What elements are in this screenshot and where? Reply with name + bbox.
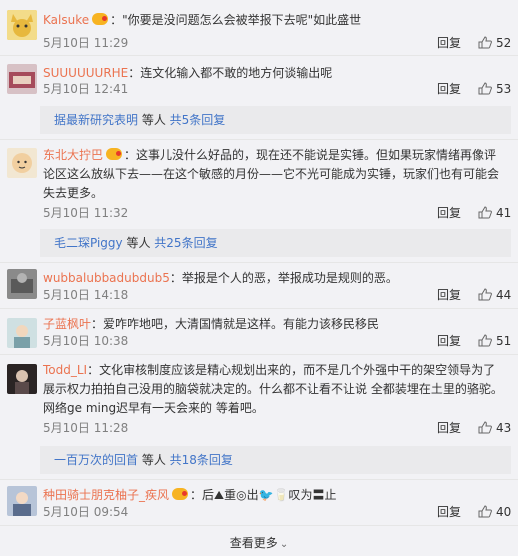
like-count: 53 [496,82,512,96]
comment-text: ：连文化输入都不敢的地方何谈输出呢 [128,66,333,80]
subreply-summary[interactable]: 毛二琛Piggy 等人 共25条回复 [40,229,511,257]
like-count: 43 [496,421,512,435]
reply-button[interactable]: 回复 [437,205,461,221]
subreply-count[interactable]: 共5条回复 [170,113,226,127]
like-count: 44 [496,288,512,302]
thumbs-up-icon [478,505,492,518]
divider [0,262,518,263]
like-button[interactable]: 53 [478,81,511,97]
like-button[interactable]: 44 [478,287,511,303]
comment-text: ：文化审核制度应该是精心规划出来的，而不是几个外强中干的架空领导为了展示权力拍拍… [43,363,503,415]
subreply-summary[interactable]: 一百万次的回首 等人 共18条回复 [40,446,511,474]
comment-author[interactable]: 东北大拧巴 [43,148,103,162]
thumbs-up-icon [478,421,492,434]
like-button[interactable]: 51 [478,333,511,349]
vip-badge-icon [106,148,123,160]
comment-author[interactable]: Kalsuke [43,13,89,27]
comment-time: 5月10日 12:41 [43,82,129,96]
thumbs-up-icon [478,288,492,301]
divider [0,139,518,140]
reply-button[interactable]: 回复 [437,35,461,51]
divider [0,308,518,309]
thumbs-up-icon [478,334,492,347]
thumbs-up-icon [478,82,492,95]
reply-button[interactable]: 回复 [437,81,461,97]
comment-author[interactable]: 种田骑士朋克柚子_疾风 [43,488,169,502]
avatar[interactable] [7,486,37,516]
comment-text: ："你要是没问题怎么会被举报下去呢"如此盛世 [110,13,362,27]
subreply-author[interactable]: 毛二琛Piggy [54,236,123,250]
like-count: 51 [496,334,512,348]
comment-text: ：后⛰重◎出🐦🥛叹为〓止 [190,488,337,502]
reply-button[interactable]: 回复 [437,333,461,349]
avatar[interactable] [7,148,37,178]
avatar[interactable] [7,269,37,299]
like-button[interactable]: 41 [478,205,511,221]
subreply-mid: 等人 [122,236,155,250]
comment-text: ：举报是个人的恶，举报成功是规则的恶。 [169,271,398,285]
subreply-mid: 等人 [138,113,170,127]
like-count: 41 [496,206,512,220]
see-more-label: 查看更多 [229,536,278,550]
thumbs-up-icon [478,206,492,219]
divider [0,479,518,480]
vip-badge-icon [172,488,189,500]
comment-time: 5月10日 10:38 [43,334,129,348]
divider [0,354,518,355]
reply-button[interactable]: 回复 [437,504,461,520]
comment-author[interactable]: 子蓝枫叶 [43,317,91,331]
chevron-down-icon: ⌄ [279,539,289,550]
thumbs-up-icon [478,36,492,49]
subreply-count[interactable]: 共18条回复 [170,453,233,467]
comment-time: 5月10日 11:28 [43,421,129,435]
vip-badge-icon [92,13,109,25]
avatar[interactable] [7,10,37,40]
subreply-author[interactable]: 一百万次的回首 [54,453,138,467]
comment-time: 5月10日 11:32 [43,206,129,220]
subreply-mid: 等人 [138,453,170,467]
reply-button[interactable]: 回复 [437,287,461,303]
comment-author[interactable]: Todd_LI [43,363,87,377]
subreply-summary[interactable]: 据最新研究表明 等人 共5条回复 [40,106,511,134]
like-count: 40 [496,505,512,519]
like-count: 52 [496,36,512,50]
comment-list: Kalsuke ："你要是没问题怎么会被举报下去呢"如此盛世 5月10日 11:2… [0,0,518,556]
see-more-button[interactable]: 查看更多 ⌄ [0,535,518,553]
avatar[interactable] [7,64,37,94]
like-button[interactable]: 43 [478,420,511,436]
comment-time: 5月10日 09:54 [43,505,129,519]
comment-time: 5月10日 14:18 [43,288,129,302]
avatar[interactable] [7,364,37,394]
comment-time: 5月10日 11:29 [43,36,129,50]
reply-button[interactable]: 回复 [437,420,461,436]
divider [0,55,518,56]
comment-text: ：爱咋咋地吧，大清国情就是这样。有能力该移民移民 [91,317,380,331]
like-button[interactable]: 52 [478,35,511,51]
comment-author[interactable]: wubbalubbadubdub5 [43,271,170,285]
avatar[interactable] [7,318,37,348]
comment-author[interactable]: SUUUUUURHE [43,66,128,80]
subreply-author[interactable]: 据最新研究表明 [54,113,138,127]
subreply-count[interactable]: 共25条回复 [154,236,217,250]
like-button[interactable]: 40 [478,504,511,520]
divider [0,525,518,526]
